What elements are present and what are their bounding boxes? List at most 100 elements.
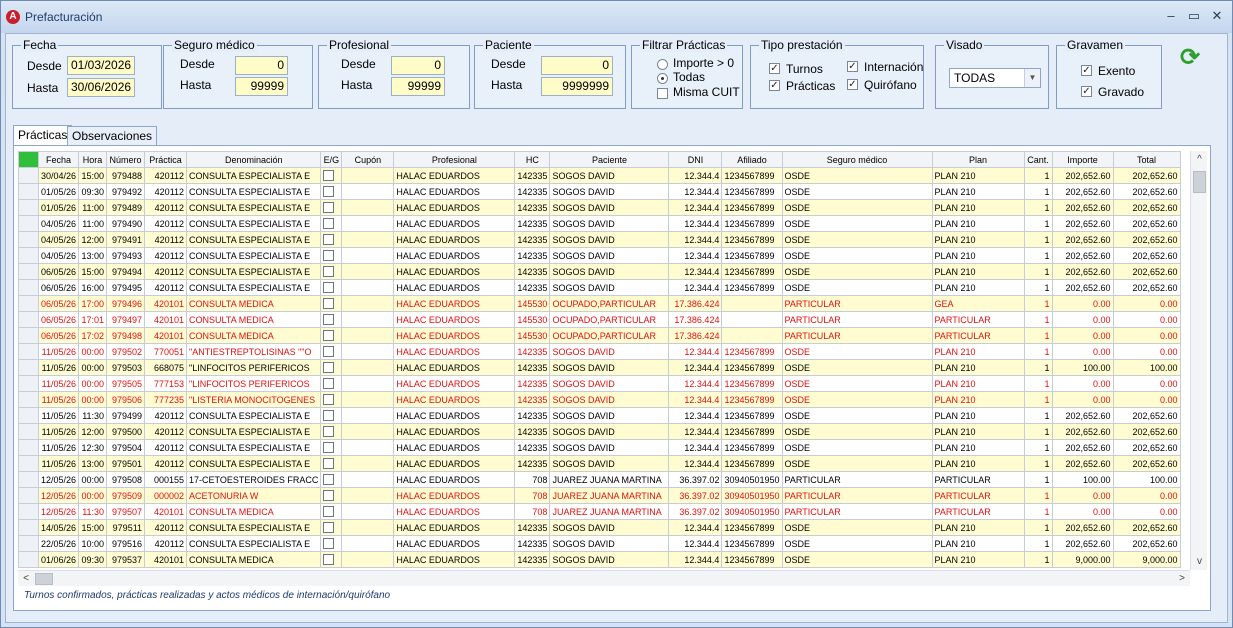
practicas-checkbox[interactable]: ✓ <box>769 80 780 91</box>
eg-checkbox[interactable] <box>323 250 335 262</box>
eg-checkbox[interactable] <box>323 282 335 294</box>
eg-checkbox[interactable] <box>323 538 335 550</box>
eg-checkbox[interactable] <box>323 362 335 374</box>
importe-radio[interactable] <box>657 59 668 70</box>
table-row[interactable]: 11/05/26 12:00 979500 420112 CONSULTA ESPECI… <box>18 423 1181 440</box>
eg-checkbox[interactable] <box>323 458 335 470</box>
eg-checkbox[interactable] <box>323 490 335 502</box>
column-header[interactable]: Fecha <box>37 151 80 168</box>
row-indicator[interactable] <box>18 471 39 488</box>
table-row[interactable]: 11/05/26 13:00 979501 420112 CONSULTA ESPECI… <box>18 455 1181 472</box>
minimize-button[interactable]: – <box>1161 7 1181 25</box>
quirofano-checkbox[interactable]: ✓ <box>847 79 858 90</box>
table-row[interactable]: 11/05/26 12:30 979504 420112 CONSULTA ESPECI… <box>18 439 1181 456</box>
row-indicator[interactable] <box>18 295 39 312</box>
table-row[interactable]: 11/05/26 11:30 979499 420112 CONSULTA ESPECI… <box>18 407 1181 424</box>
row-indicator[interactable] <box>18 311 39 328</box>
eg-checkbox[interactable] <box>323 218 335 230</box>
profesional-desde-input[interactable]: 0 <box>391 56 445 75</box>
eg-checkbox[interactable] <box>323 234 335 246</box>
column-header[interactable]: Importe <box>1051 151 1114 168</box>
vertical-scrollbar[interactable]: ^ v <box>1190 151 1207 570</box>
column-header[interactable]: E/G <box>320 151 343 168</box>
vertical-scroll-thumb[interactable] <box>1193 171 1206 193</box>
row-indicator[interactable] <box>18 199 39 216</box>
eg-checkbox[interactable] <box>323 346 335 358</box>
table-row[interactable]: 14/05/26 15:00 979511 420112 CONSULTA ESPECI… <box>18 519 1181 536</box>
maximize-button[interactable]: ▭ <box>1184 7 1204 25</box>
tab-practicas[interactable]: Prácticas <box>13 125 73 147</box>
table-row[interactable]: 04/05/26 13:00 979493 420112 CONSULTA ESPECI… <box>18 247 1181 264</box>
eg-checkbox[interactable] <box>323 298 335 310</box>
column-header[interactable]: Denominación <box>186 151 322 168</box>
row-indicator[interactable] <box>18 279 39 296</box>
column-header[interactable]: Hora <box>78 151 108 168</box>
row-indicator[interactable] <box>18 391 39 408</box>
table-row[interactable]: 06/05/26 17:00 979496 420101 CONSULTA MEDICA… <box>18 295 1181 312</box>
row-indicator[interactable] <box>18 423 39 440</box>
row-indicator[interactable] <box>18 183 39 200</box>
turnos-checkbox[interactable]: ✓ <box>769 63 780 74</box>
eg-checkbox[interactable] <box>323 410 335 422</box>
eg-checkbox[interactable] <box>323 378 335 390</box>
row-indicator[interactable] <box>18 407 39 424</box>
exento-checkbox[interactable]: ✓ <box>1081 65 1092 76</box>
row-indicator[interactable] <box>18 455 39 472</box>
gravado-checkbox[interactable]: ✓ <box>1081 86 1092 97</box>
column-header[interactable]: Paciente <box>549 151 670 168</box>
table-row[interactable]: 06/05/26 15:00 979494 420112 CONSULTA ESPECI… <box>18 263 1181 280</box>
eg-checkbox[interactable] <box>323 522 335 534</box>
row-indicator[interactable] <box>18 439 39 456</box>
misma-cuit-checkbox[interactable] <box>657 88 668 99</box>
seguro-desde-input[interactable]: 0 <box>235 56 288 75</box>
eg-checkbox[interactable] <box>323 314 335 326</box>
row-indicator[interactable] <box>18 519 39 536</box>
eg-checkbox[interactable] <box>323 186 335 198</box>
column-header[interactable]: DNI <box>668 151 723 168</box>
table-row[interactable]: 01/06/26 09:30 979537 420101 CONSULTA MEDICA… <box>18 551 1181 568</box>
eg-checkbox[interactable] <box>323 426 335 438</box>
column-header[interactable]: Plan <box>931 151 1025 168</box>
column-header[interactable]: Seguro médico <box>781 151 933 168</box>
close-button[interactable]: ✕ <box>1207 7 1227 25</box>
row-indicator[interactable] <box>18 551 39 568</box>
eg-checkbox[interactable] <box>323 474 335 486</box>
paciente-hasta-input[interactable]: 9999999 <box>541 77 613 96</box>
table-row[interactable]: 06/05/26 17:02 979498 420101 CONSULTA MEDICA… <box>18 327 1181 344</box>
eg-checkbox[interactable] <box>323 266 335 278</box>
table-row[interactable]: 12/05/26 00:00 979508 000155 17-CETOESTEROID… <box>18 471 1181 488</box>
row-indicator[interactable] <box>18 535 39 552</box>
eg-checkbox[interactable] <box>323 554 335 566</box>
column-header[interactable]: Práctica <box>144 151 188 168</box>
row-indicator[interactable] <box>18 263 39 280</box>
row-indicator[interactable] <box>18 215 39 232</box>
fecha-desde-input[interactable]: 01/03/2026 <box>67 56 135 75</box>
profesional-hasta-input[interactable]: 99999 <box>391 77 445 96</box>
table-row[interactable]: 11/05/26 00:00 979506 777235 "LISTERIA MONOC… <box>18 391 1181 408</box>
row-indicator[interactable] <box>18 327 39 344</box>
row-indicator[interactable] <box>18 487 39 504</box>
refresh-icon[interactable]: ⟳ <box>1177 45 1203 71</box>
paciente-desde-input[interactable]: 0 <box>541 56 613 75</box>
fecha-hasta-input[interactable]: 30/06/2026 <box>67 78 135 97</box>
table-row[interactable]: 06/05/26 17:01 979497 420101 CONSULTA MEDICA… <box>18 311 1181 328</box>
column-header[interactable]: Afiliado <box>721 151 783 168</box>
chevron-left-icon[interactable]: < <box>18 571 34 587</box>
seguro-hasta-input[interactable]: 99999 <box>235 77 288 96</box>
table-row[interactable]: 12/05/26 00:00 979509 000002 ACETONURIA W HAL… <box>18 487 1181 504</box>
chevron-down-icon[interactable]: v <box>1191 553 1208 570</box>
eg-checkbox[interactable] <box>323 202 335 214</box>
column-header[interactable]: Profesional <box>393 151 516 168</box>
table-row[interactable]: 30/04/26 15:00 979488 420112 CONSULTA ESPECI… <box>18 167 1181 184</box>
row-indicator[interactable] <box>18 359 39 376</box>
column-header[interactable]: Cant. <box>1023 151 1053 168</box>
table-row[interactable]: 11/05/26 00:00 979502 770051 "ANTIESTREPTOLI… <box>18 343 1181 360</box>
table-row[interactable]: 06/05/26 16:00 979495 420112 CONSULTA ESPECI… <box>18 279 1181 296</box>
row-indicator[interactable] <box>18 375 39 392</box>
table-row[interactable]: 22/05/26 10:00 979516 420112 CONSULTA ESPECI… <box>18 535 1181 552</box>
chevron-right-icon[interactable]: > <box>1174 571 1190 587</box>
tab-observaciones[interactable]: Observaciones <box>67 126 158 146</box>
row-indicator[interactable] <box>18 343 39 360</box>
row-indicator[interactable] <box>18 231 39 248</box>
internacion-checkbox[interactable]: ✓ <box>847 61 858 72</box>
